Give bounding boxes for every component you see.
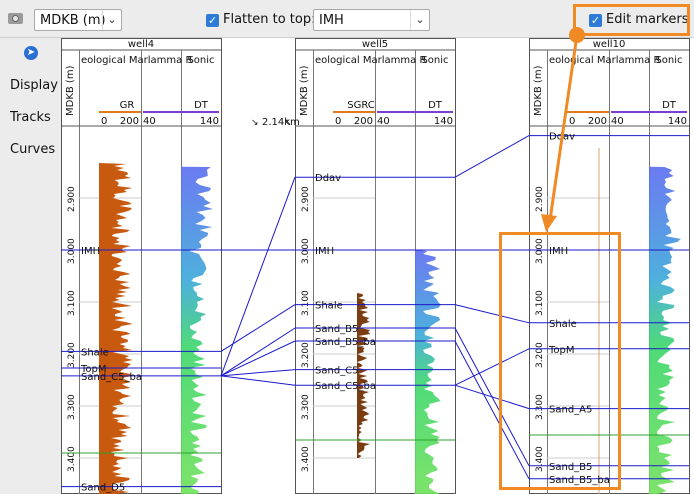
callout-arrow [541, 27, 585, 232]
